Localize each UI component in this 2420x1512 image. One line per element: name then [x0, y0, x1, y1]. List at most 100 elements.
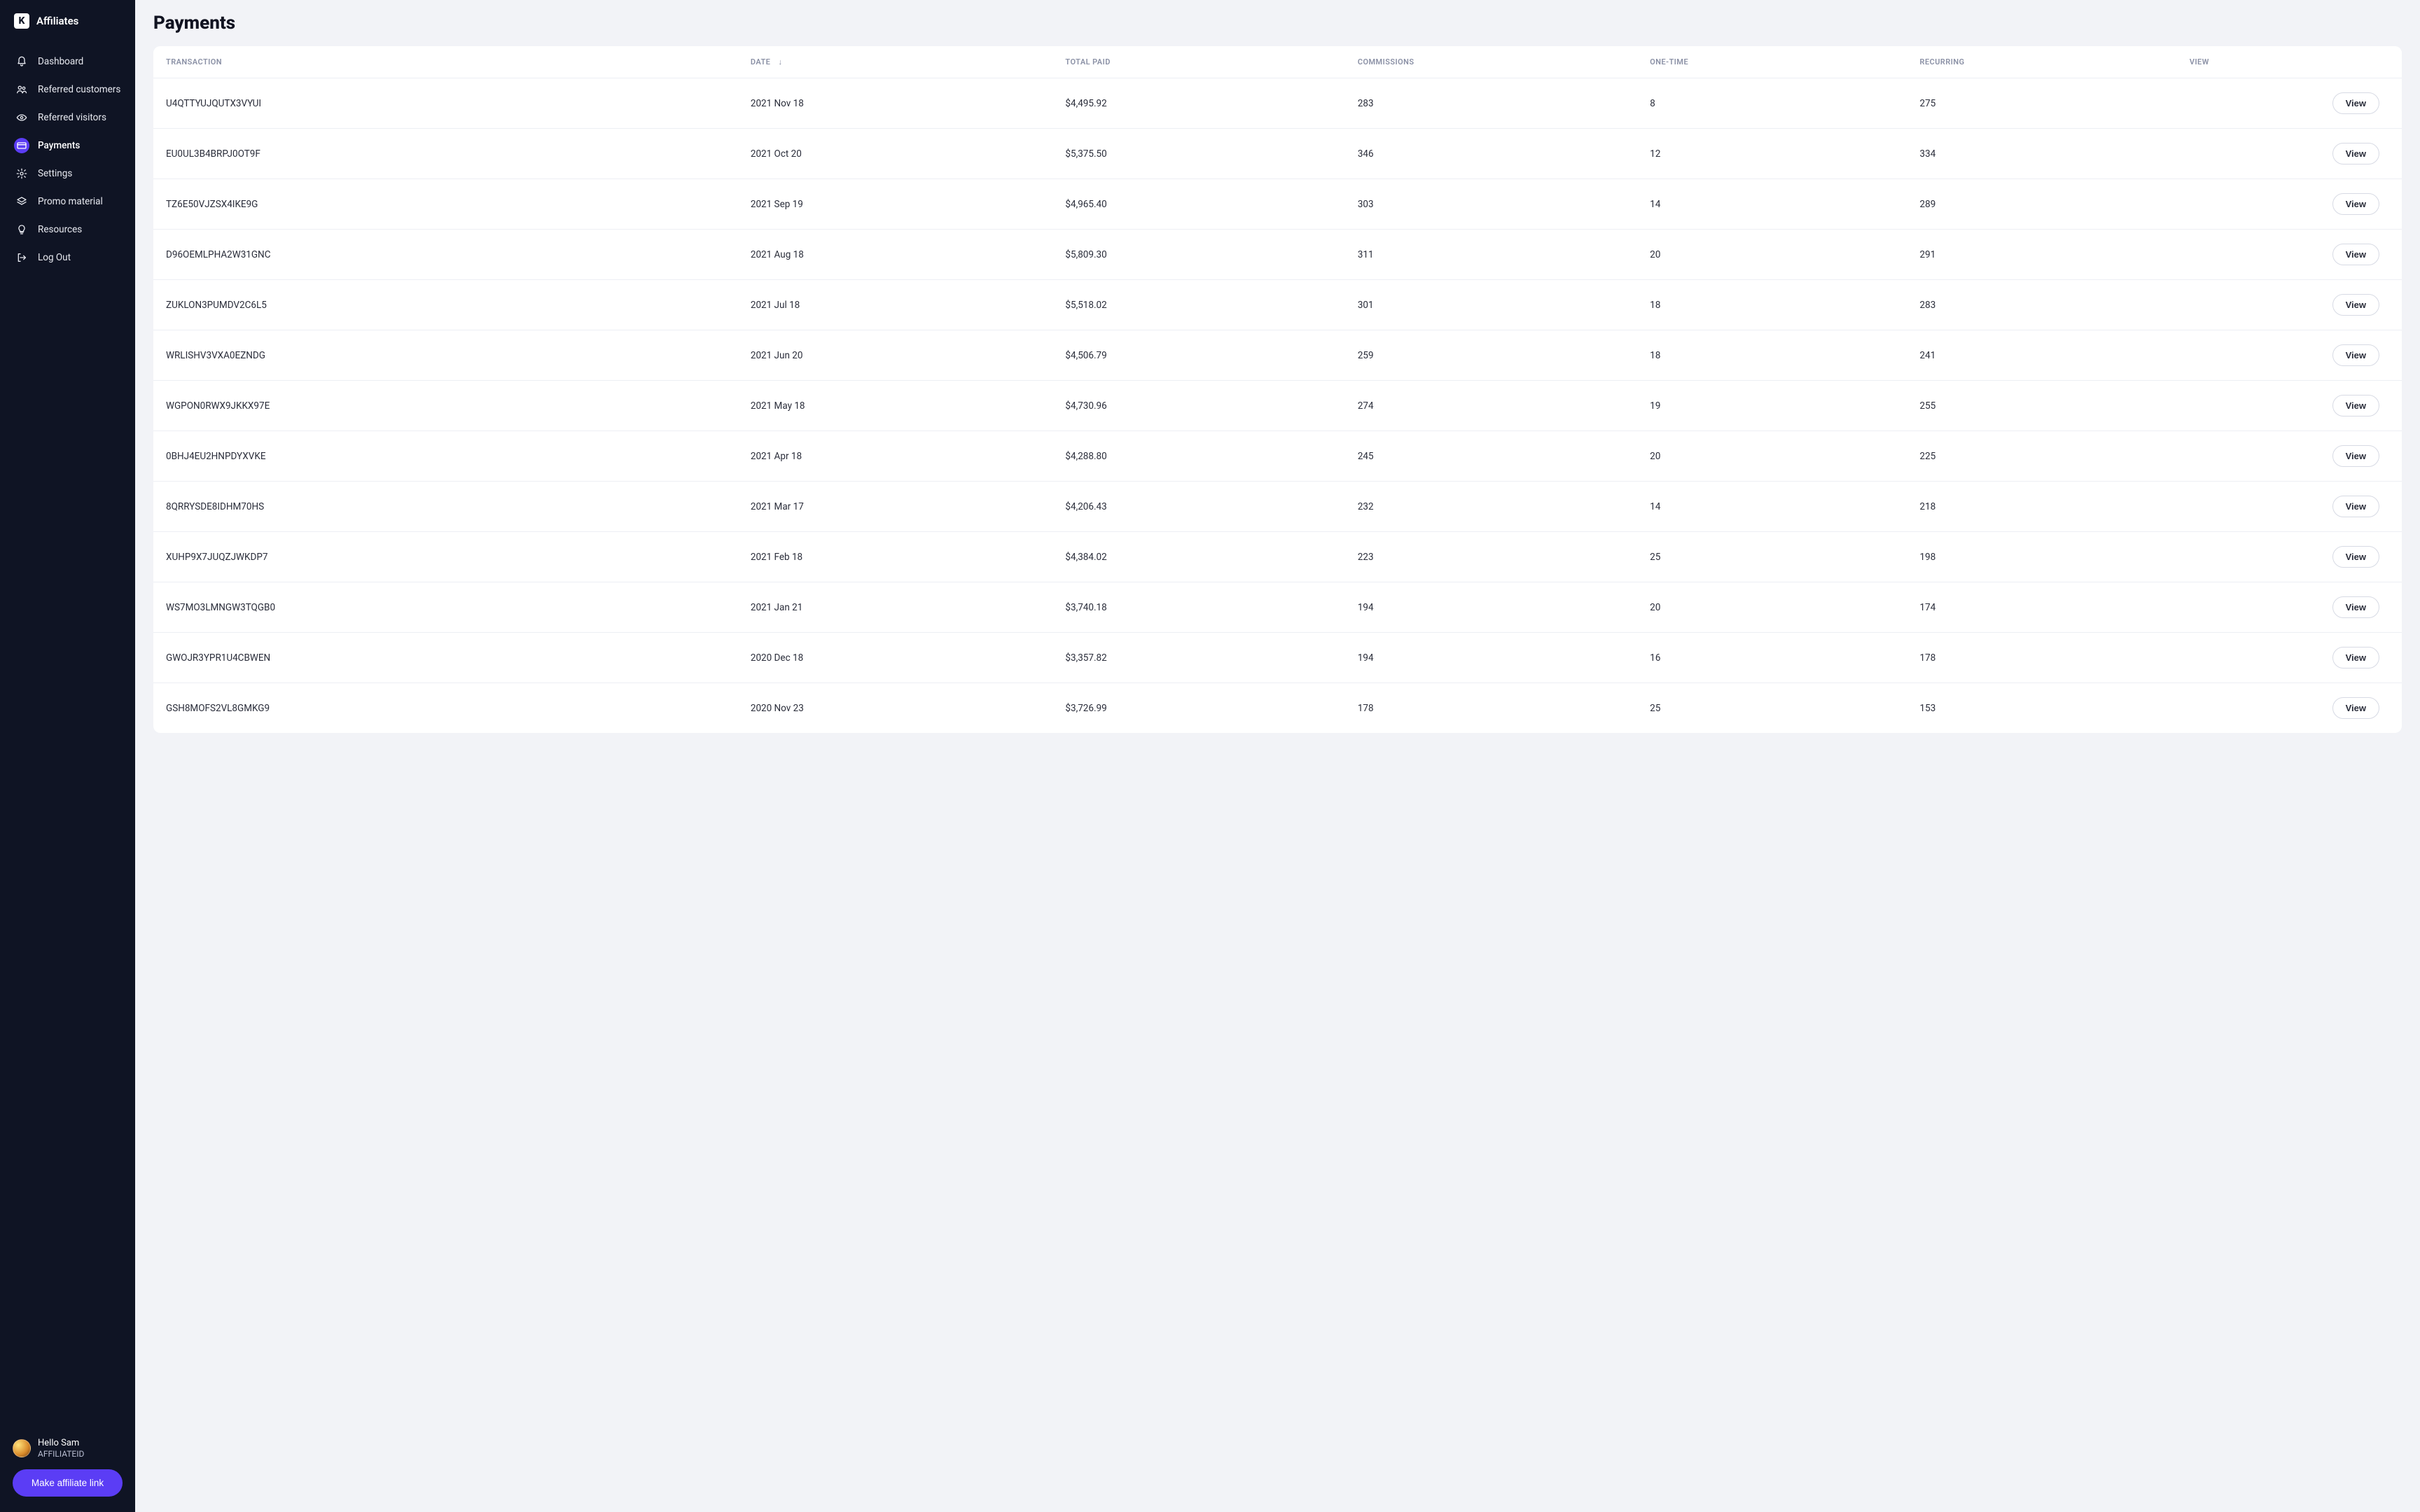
sidebar-item-log-out[interactable]: Log Out	[6, 244, 130, 271]
cell-commissions: 223	[1345, 532, 1637, 582]
cell-recurring: 283	[1907, 280, 2177, 330]
cell-commissions: 194	[1345, 633, 1637, 683]
cell-transaction: WGPON0RWX9JKKX97E	[153, 381, 738, 431]
logout-icon	[14, 250, 29, 265]
table-row: 8QRRYSDE8IDHM70HS2021 Mar 17$4,206.43232…	[153, 482, 2402, 532]
view-button[interactable]: View	[2332, 546, 2379, 568]
cell-one-time: 18	[1637, 280, 1907, 330]
cell-recurring: 174	[1907, 582, 2177, 633]
card-icon	[14, 138, 29, 153]
table-row: 0BHJ4EU2HNPDYXVKE2021 Apr 18$4,288.80245…	[153, 431, 2402, 482]
sidebar-item-promo-material[interactable]: Promo material	[6, 188, 130, 215]
cell-total-paid: $5,518.02	[1052, 280, 1344, 330]
view-button[interactable]: View	[2332, 344, 2379, 366]
cell-one-time: 25	[1637, 683, 1907, 734]
view-button[interactable]: View	[2332, 92, 2379, 114]
cell-date: 2021 Jan 21	[738, 582, 1053, 633]
view-button[interactable]: View	[2332, 193, 2379, 215]
cell-one-time: 14	[1637, 179, 1907, 230]
col-header-commissions[interactable]: COMMISSIONS	[1345, 46, 1637, 78]
col-header-one-time[interactable]: ONE-TIME	[1637, 46, 1907, 78]
table-row: TZ6E50VJZSX4IKE9G2021 Sep 19$4,965.40303…	[153, 179, 2402, 230]
col-header-transaction[interactable]: TRANSACTION	[153, 46, 738, 78]
cell-date: 2021 Sep 19	[738, 179, 1053, 230]
view-button[interactable]: View	[2332, 395, 2379, 416]
user-affiliate-id: AFFILIATEID	[38, 1449, 84, 1460]
view-button[interactable]: View	[2332, 697, 2379, 719]
cell-total-paid: $4,730.96	[1052, 381, 1344, 431]
sidebar-item-referred-customers[interactable]: Referred customers	[6, 76, 130, 103]
col-header-date[interactable]: DATE ↓	[738, 46, 1053, 78]
sidebar-item-settings[interactable]: Settings	[6, 160, 130, 187]
brand-title: Affiliates	[36, 15, 78, 27]
sidebar-item-dashboard[interactable]: Dashboard	[6, 48, 130, 75]
sidebar-item-referred-visitors[interactable]: Referred visitors	[6, 104, 130, 131]
cell-commissions: 311	[1345, 230, 1637, 280]
table-row: WGPON0RWX9JKKX97E2021 May 18$4,730.96274…	[153, 381, 2402, 431]
cell-commissions: 283	[1345, 78, 1637, 129]
cell-date: 2020 Nov 23	[738, 683, 1053, 734]
cell-transaction: XUHP9X7JUQZJWKDP7	[153, 532, 738, 582]
cell-transaction: WS7MO3LMNGW3TQGB0	[153, 582, 738, 633]
cell-one-time: 20	[1637, 230, 1907, 280]
cell-transaction: U4QTTYUJQUTX3VYUI	[153, 78, 738, 129]
bell-icon	[14, 54, 29, 69]
cell-date: 2020 Dec 18	[738, 633, 1053, 683]
sidebar-item-resources[interactable]: Resources	[6, 216, 130, 243]
cell-view: View	[2177, 381, 2402, 431]
table-row: WS7MO3LMNGW3TQGB02021 Jan 21$3,740.18194…	[153, 582, 2402, 633]
cell-transaction: EU0UL3B4BRPJ0OT9F	[153, 129, 738, 179]
brand-logo-icon: K	[14, 13, 29, 29]
view-button[interactable]: View	[2332, 596, 2379, 618]
col-header-total-paid[interactable]: TOTAL PAID	[1052, 46, 1344, 78]
sidebar-item-label: Log Out	[38, 252, 71, 263]
cell-date: 2021 Mar 17	[738, 482, 1053, 532]
cell-total-paid: $5,375.50	[1052, 129, 1344, 179]
cell-total-paid: $5,809.30	[1052, 230, 1344, 280]
col-header-recurring[interactable]: RECURRING	[1907, 46, 2177, 78]
view-button[interactable]: View	[2332, 445, 2379, 467]
table-row: GWOJR3YPR1U4CBWEN2020 Dec 18$3,357.82194…	[153, 633, 2402, 683]
cell-one-time: 25	[1637, 532, 1907, 582]
sidebar-item-label: Settings	[38, 168, 72, 179]
cell-transaction: WRLISHV3VXA0EZNDG	[153, 330, 738, 381]
cell-recurring: 225	[1907, 431, 2177, 482]
user-row: Hello Sam AFFILIATEID	[13, 1438, 123, 1460]
cell-view: View	[2177, 633, 2402, 683]
cell-transaction: GWOJR3YPR1U4CBWEN	[153, 633, 738, 683]
cell-recurring: 334	[1907, 129, 2177, 179]
cell-total-paid: $3,726.99	[1052, 683, 1344, 734]
view-button[interactable]: View	[2332, 496, 2379, 517]
cell-view: View	[2177, 482, 2402, 532]
view-button[interactable]: View	[2332, 647, 2379, 668]
cell-one-time: 19	[1637, 381, 1907, 431]
table-row: U4QTTYUJQUTX3VYUI2021 Nov 18$4,495.92283…	[153, 78, 2402, 129]
sidebar-item-label: Referred customers	[38, 84, 120, 95]
make-affiliate-link-button[interactable]: Make affiliate link	[13, 1469, 123, 1497]
cell-commissions: 301	[1345, 280, 1637, 330]
cell-view: View	[2177, 330, 2402, 381]
view-button[interactable]: View	[2332, 294, 2379, 316]
sidebar-item-payments[interactable]: Payments	[6, 132, 130, 159]
cell-one-time: 12	[1637, 129, 1907, 179]
payments-table-body: U4QTTYUJQUTX3VYUI2021 Nov 18$4,495.92283…	[153, 78, 2402, 734]
sort-arrow-icon: ↓	[779, 57, 783, 66]
cell-transaction: GSH8MOFS2VL8GMKG9	[153, 683, 738, 734]
cell-recurring: 289	[1907, 179, 2177, 230]
table-row: D96OEMLPHA2W31GNC2021 Aug 18$5,809.30311…	[153, 230, 2402, 280]
cell-recurring: 255	[1907, 381, 2177, 431]
gear-icon	[14, 166, 29, 181]
cell-view: View	[2177, 179, 2402, 230]
cell-recurring: 291	[1907, 230, 2177, 280]
bulb-icon	[14, 222, 29, 237]
cell-commissions: 245	[1345, 431, 1637, 482]
cell-recurring: 241	[1907, 330, 2177, 381]
cell-transaction: TZ6E50VJZSX4IKE9G	[153, 179, 738, 230]
view-button[interactable]: View	[2332, 143, 2379, 164]
cell-recurring: 218	[1907, 482, 2177, 532]
view-button[interactable]: View	[2332, 244, 2379, 265]
cell-view: View	[2177, 532, 2402, 582]
table-row: ZUKLON3PUMDV2C6L52021 Jul 18$5,518.02301…	[153, 280, 2402, 330]
cell-commissions: 303	[1345, 179, 1637, 230]
table-row: XUHP9X7JUQZJWKDP72021 Feb 18$4,384.02223…	[153, 532, 2402, 582]
